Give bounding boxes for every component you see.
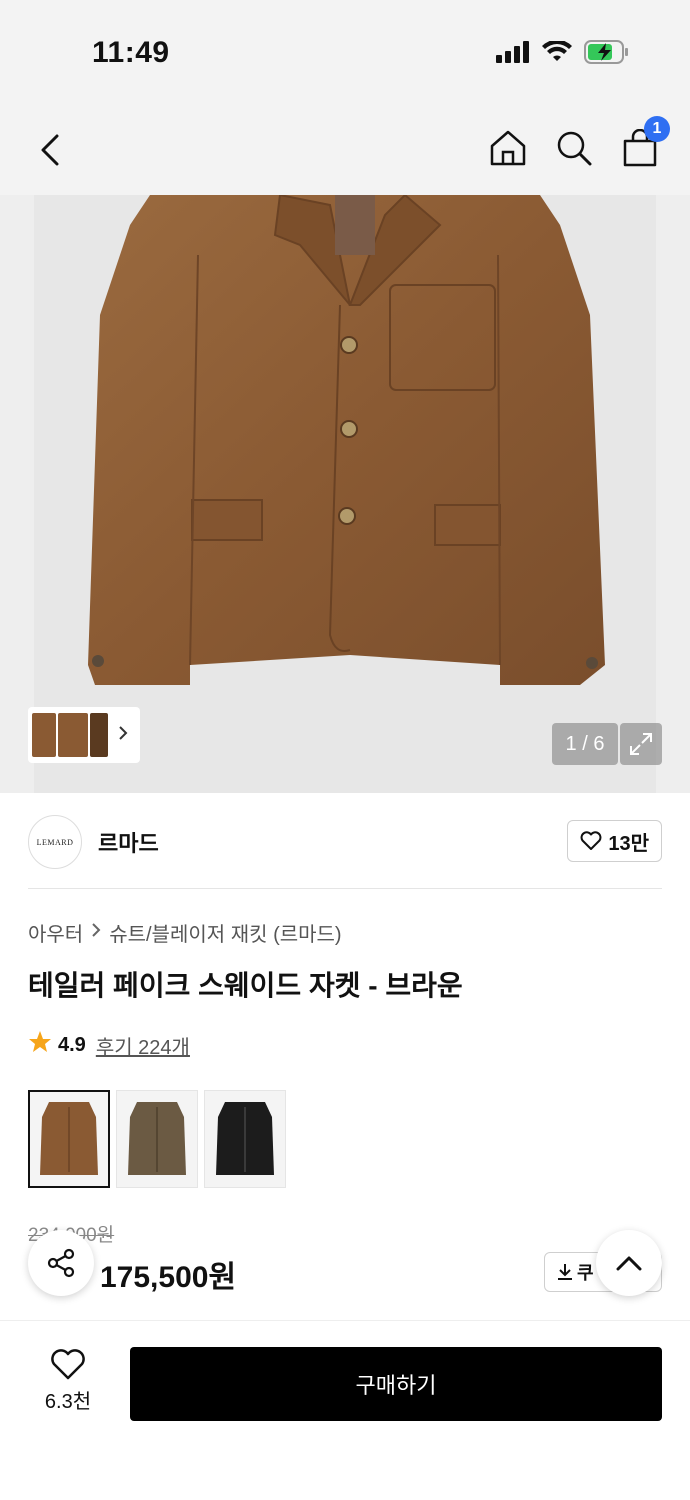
home-button[interactable]: [488, 128, 528, 168]
mini-thumbnail[interactable]: [58, 713, 88, 757]
cart-button[interactable]: 1: [620, 116, 670, 168]
status-time: 11:49: [92, 36, 170, 69]
color-options: [28, 1090, 286, 1188]
cellular-signal-icon: [496, 41, 530, 68]
brand-logo[interactable]: LEMARD: [28, 815, 82, 869]
brand-name[interactable]: 르마드: [98, 826, 159, 858]
share-button[interactable]: [28, 1230, 94, 1296]
download-icon: [558, 1264, 572, 1280]
divider: [28, 888, 662, 889]
color-option-khaki[interactable]: [116, 1090, 198, 1188]
home-icon: [490, 130, 526, 166]
heart-icon: [51, 1349, 85, 1380]
bottom-action-bar: 6.3천 구매하기: [0, 1320, 690, 1500]
search-button[interactable]: [554, 128, 594, 168]
star-icon: [28, 1030, 52, 1060]
product-like-count: 6.3천: [44, 1391, 92, 1413]
cart-count-badge: 1: [644, 116, 670, 142]
status-bar: 11:49: [0, 0, 690, 100]
status-icons: [496, 39, 630, 69]
navigation-bar: 1: [0, 100, 690, 195]
mini-thumbnail[interactable]: [32, 713, 56, 757]
product-image-carousel[interactable]: 1 / 6: [0, 195, 690, 793]
product-image: [34, 195, 656, 793]
share-icon: [47, 1248, 75, 1278]
coupon-label: 쿠: [577, 1263, 594, 1283]
expand-icon: [630, 733, 652, 755]
image-counter: 1 / 6: [552, 723, 618, 765]
brand-like-button[interactable]: 13만: [567, 820, 662, 862]
reviews-link[interactable]: 후기 224개: [96, 1031, 190, 1060]
wifi-icon: [542, 39, 572, 68]
back-button[interactable]: [30, 130, 70, 170]
product-like-button[interactable]: 6.3천: [28, 1349, 108, 1414]
chevron-up-icon: [616, 1256, 642, 1271]
search-icon: [557, 131, 592, 166]
rating-score: 4.9: [58, 1033, 86, 1056]
brand-row[interactable]: LEMARD 르마드 13만: [28, 812, 662, 872]
color-option-brown[interactable]: [28, 1090, 110, 1188]
chevron-right-icon[interactable]: [118, 725, 128, 746]
sale-price: 175,500원: [100, 1261, 237, 1294]
image-thumbnail-strip[interactable]: [28, 707, 140, 763]
product-title: 테일러 페이크 스웨이드 자켓 - 브라운: [28, 970, 463, 1001]
chevron-right-icon: [91, 921, 101, 944]
mini-thumbnail[interactable]: [90, 713, 108, 757]
breadcrumb: 아우터 슈트/블레이저 재킷 (르마드): [28, 918, 342, 947]
heart-icon: [580, 831, 602, 850]
breadcrumb-subcategory[interactable]: 슈트/블레이저 재킷 (르마드): [109, 918, 341, 947]
color-option-black[interactable]: [204, 1090, 286, 1188]
brand-like-count: 13만: [608, 832, 649, 855]
battery-charging-icon: [584, 40, 630, 69]
rating-row: 4.9 후기 224개: [28, 1030, 190, 1060]
expand-button[interactable]: [620, 723, 662, 765]
buy-button[interactable]: 구매하기: [130, 1347, 662, 1421]
breadcrumb-category[interactable]: 아우터: [28, 918, 83, 947]
scroll-to-top-button[interactable]: [596, 1230, 662, 1296]
chevron-left-icon: [41, 134, 59, 166]
